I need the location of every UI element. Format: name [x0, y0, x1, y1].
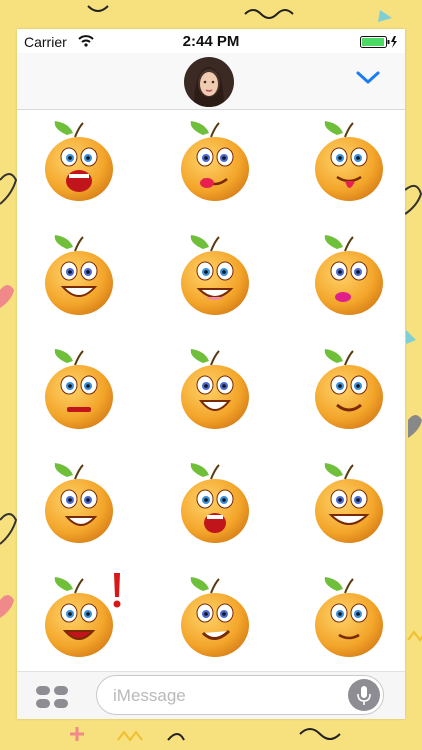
- app-drawer-icon[interactable]: [35, 685, 69, 709]
- imessage-input[interactable]: iMessage: [96, 675, 384, 715]
- sticker-orange-tongue-out[interactable]: [307, 121, 391, 205]
- sticker-art: [45, 349, 113, 429]
- chevron-down-icon[interactable]: [355, 70, 381, 86]
- sticker-art: [45, 121, 113, 201]
- avatar-portrait: [184, 57, 234, 107]
- sticker-art: [181, 235, 249, 315]
- sticker-orange-surprised-exclamation[interactable]: [37, 577, 121, 661]
- imessage-placeholder: iMessage: [113, 686, 186, 705]
- sticker-orange-bow-lipstick[interactable]: [173, 121, 257, 205]
- sticker-art: [181, 463, 249, 543]
- sticker-orange-smiling-cheeks[interactable]: [307, 349, 391, 433]
- exclamation-icon: [112, 573, 122, 609]
- sticker-orange-kiss-lips[interactable]: [307, 235, 391, 319]
- sticker-orange-big-smile-teeth[interactable]: [173, 235, 257, 319]
- sticker-art: [181, 121, 249, 201]
- sticker-orange-shy-smile[interactable]: [307, 577, 391, 661]
- battery-icon: [360, 36, 397, 48]
- sticker-art: [45, 577, 113, 657]
- sticker-art: [315, 577, 383, 657]
- status-bar: Carrier 2:44 PM: [17, 29, 405, 53]
- sticker-orange-crying-worried[interactable]: [37, 349, 121, 433]
- sticker-art: [181, 577, 249, 657]
- sticker-art: [315, 235, 383, 315]
- sticker-orange-waving-hello[interactable]: [37, 463, 121, 547]
- sticker-orange-sly-smirk[interactable]: [173, 577, 257, 661]
- sticker-grid: [17, 115, 405, 671]
- imessage-app-panel: Carrier 2:44 PM iMessage: [17, 29, 405, 719]
- microphone-button[interactable]: [348, 679, 380, 711]
- sticker-orange-scared-screaming[interactable]: [37, 121, 121, 205]
- message-compose-bar: iMessage: [17, 671, 405, 719]
- microphone-icon: [357, 686, 371, 705]
- sticker-orange-thumbs-up-grin[interactable]: [37, 235, 121, 319]
- conversation-header: [17, 53, 405, 110]
- sticker-orange-angry-shouting[interactable]: [173, 463, 257, 547]
- sticker-art: [315, 463, 383, 543]
- sticker-art: [315, 121, 383, 201]
- contact-avatar[interactable]: [184, 57, 234, 107]
- sticker-art: [45, 463, 113, 543]
- sticker-art: [315, 349, 383, 429]
- sticker-orange-happy-laughing[interactable]: [173, 349, 257, 433]
- sticker-art: [45, 235, 113, 315]
- sticker-art: [181, 349, 249, 429]
- sticker-orange-winking-grin[interactable]: [307, 463, 391, 547]
- clock-time: 2:44 PM: [182, 33, 240, 50]
